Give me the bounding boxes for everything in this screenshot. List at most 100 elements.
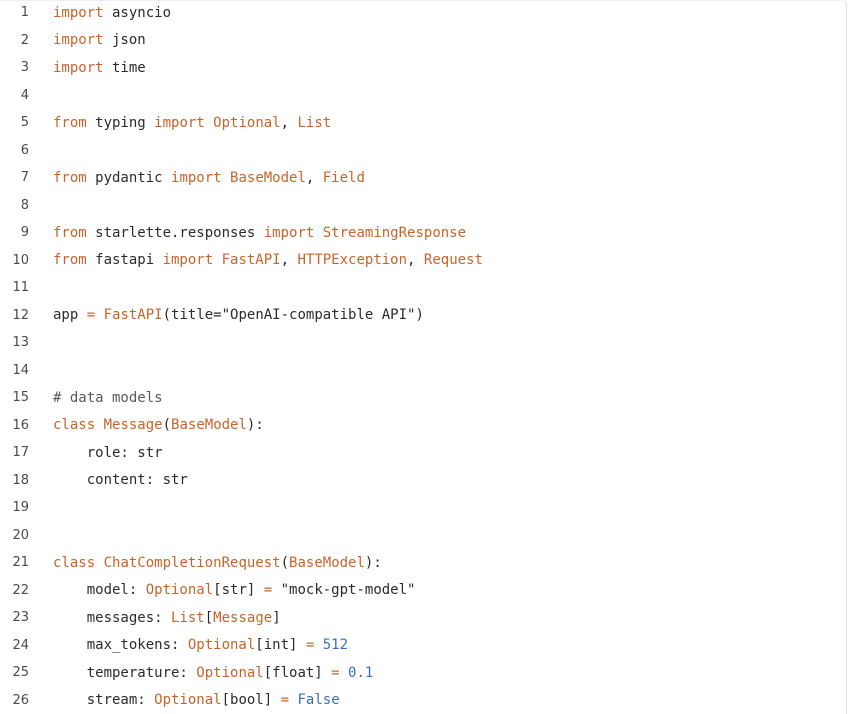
code-token: import	[53, 4, 104, 21]
code-token: import	[171, 169, 222, 186]
code-line: 17 role: str	[0, 439, 847, 467]
code-token: "mock-gpt-model"	[272, 582, 416, 599]
line-number: 8	[20, 197, 29, 213]
code-token: starlette.responses	[86, 224, 264, 241]
code-line: 20	[0, 522, 847, 550]
code-token: [str]	[213, 582, 264, 599]
code-line: 21 class ChatCompletionRequest(BaseModel)…	[0, 549, 847, 577]
line-content: max_tokens: Optional[int] = 512	[53, 637, 348, 653]
code-line: 9 from starlette.responses import Streami…	[0, 219, 847, 247]
code-line: 14	[0, 357, 847, 385]
code-token: import	[53, 59, 104, 76]
line-number: 17	[12, 445, 29, 461]
code-line: 22 model: Optional[str] = "mock-gpt-mode…	[0, 577, 847, 605]
code-token: BaseModel	[171, 417, 247, 434]
code-line: 19	[0, 494, 847, 522]
code-token: ]	[272, 609, 281, 626]
line-number: 25	[12, 665, 29, 681]
code-token: List	[171, 609, 205, 626]
line-number: 22	[12, 582, 29, 598]
code-token: messages:	[53, 609, 172, 626]
code-line: 13	[0, 329, 847, 357]
line-content: class ChatCompletionRequest(BaseModel):	[53, 555, 382, 571]
line-number: 23	[12, 610, 29, 626]
code-line: 7 from pydantic import BaseModel, Field	[0, 164, 847, 192]
line-number: 26	[12, 692, 29, 708]
code-block: 1 import asyncio 2 import json 3 import time 4…	[0, 0, 847, 714]
code-token: Message	[213, 609, 273, 626]
line-number: 10	[12, 252, 29, 268]
line-number: 1	[20, 5, 29, 21]
line-number: 5	[20, 115, 29, 131]
code-token: BaseModel	[230, 169, 306, 186]
code-token: (	[280, 554, 290, 571]
line-content: class Message(BaseModel):	[53, 417, 264, 433]
code-token: [bool]	[221, 692, 281, 709]
code-token: model:	[53, 582, 146, 599]
code-token: Message	[103, 417, 163, 434]
line-content: from pydantic import BaseModel, Field	[53, 170, 365, 186]
code-token: (	[162, 417, 172, 434]
code-token: # data models	[53, 389, 163, 406]
code-line: 26 stream: Optional[bool] = False	[0, 687, 847, 714]
code-token: Field	[322, 169, 365, 186]
line-content: import json	[53, 32, 146, 48]
code-token: ChatCompletionRequest	[103, 554, 281, 571]
line-number: 11	[12, 280, 29, 296]
code-token: typing	[86, 114, 155, 131]
code-token: ,	[407, 252, 424, 269]
code-token: import	[53, 32, 104, 49]
code-token: ):	[364, 554, 382, 571]
code-line: 18 content: str	[0, 467, 847, 495]
code-line: 4	[0, 82, 847, 110]
line-number: 2	[20, 32, 29, 48]
line-content: role: str	[53, 445, 163, 461]
code-token: import	[263, 224, 315, 241]
code-token: asyncio	[103, 4, 172, 21]
code-line: 24 max_tokens: Optional[int] = 512	[0, 632, 847, 660]
code-token: app	[53, 307, 87, 324]
code-token: import	[154, 114, 205, 131]
code-token: json	[103, 32, 146, 49]
code-token: from	[53, 169, 87, 186]
code-line: 2 import json	[0, 27, 847, 55]
code-line: 11	[0, 274, 847, 302]
code-token: ,	[280, 252, 298, 269]
code-token: Optional	[213, 114, 281, 131]
line-content: from starlette.responses import Streamin…	[53, 225, 466, 241]
line-number: 24	[12, 637, 29, 653]
code-line: 12 app = FastAPI(title="OpenAI-compatible…	[0, 302, 847, 330]
code-token: =	[86, 307, 96, 324]
line-number: 16	[12, 417, 29, 433]
code-token: content: str	[53, 472, 188, 489]
code-line: 3 import time	[0, 54, 847, 82]
code-token: from	[53, 252, 87, 269]
code-line: 15 # data models	[0, 384, 847, 412]
code-token: List	[297, 114, 332, 131]
code-token: fastapi	[86, 252, 163, 269]
code-token: from	[53, 114, 87, 131]
code-token: temperature:	[53, 664, 197, 681]
code-token: 512	[322, 637, 349, 654]
code-token: stream:	[53, 692, 155, 709]
code-token: import	[162, 252, 214, 269]
code-token: False	[297, 692, 340, 709]
line-content: model: Optional[str] = "mock-gpt-model"	[53, 582, 416, 599]
line-number: 6	[20, 142, 29, 158]
code-line: 5 from typing import Optional, List	[0, 109, 847, 137]
code-token: Optional	[154, 692, 222, 709]
code-token: =	[331, 664, 340, 681]
code-line: 16 class Message(BaseModel):	[0, 412, 847, 440]
code-token: Request	[423, 252, 483, 269]
code-token: Optional	[187, 637, 256, 654]
code-token: time	[103, 59, 146, 76]
line-content: temperature: Optional[float] = 0.1	[53, 664, 374, 681]
code-token: =	[263, 582, 273, 599]
code-token: from	[53, 224, 87, 241]
